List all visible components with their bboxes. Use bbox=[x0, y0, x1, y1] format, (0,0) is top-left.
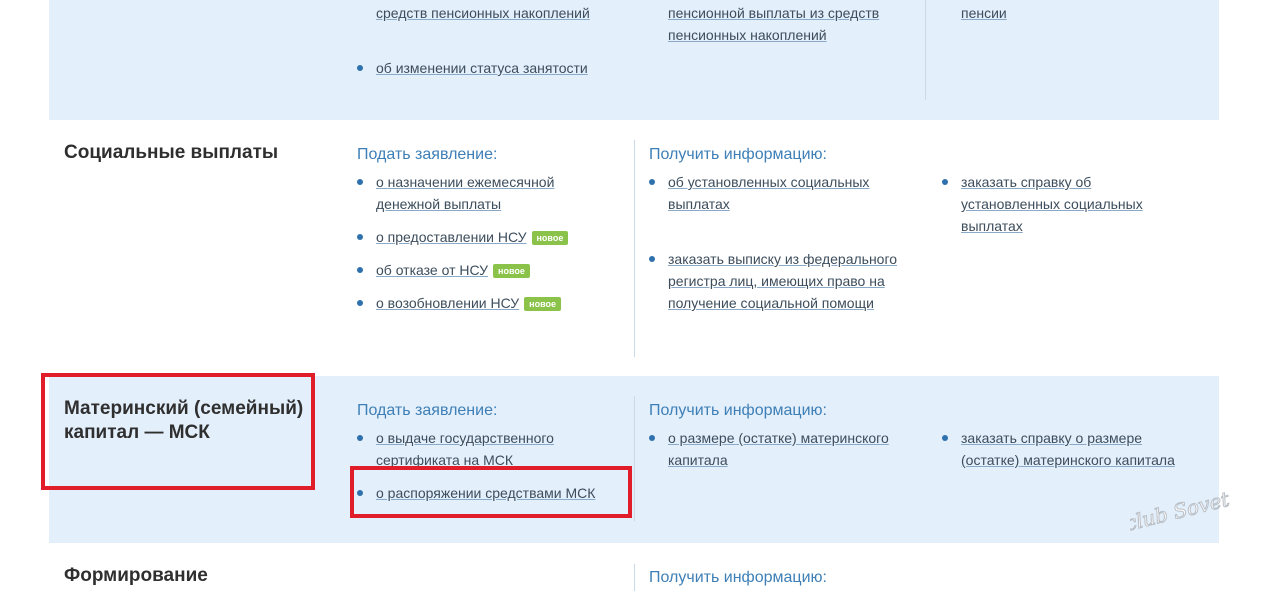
column-divider bbox=[634, 564, 635, 591]
link-msk-certificate[interactable]: о выдаче государственного сертификата на… bbox=[357, 427, 607, 471]
section-title-social: Социальные выплаты bbox=[64, 142, 279, 163]
list-item[interactable]: средств пенсионных накоплений bbox=[357, 2, 627, 24]
link-pension[interactable]: пенсии bbox=[942, 2, 1182, 24]
link-employment-status[interactable]: об изменении статуса занятости bbox=[357, 57, 627, 79]
list-item[interactable]: пенсии bbox=[942, 2, 1182, 24]
list-item[interactable]: об отказе от НСУ новое bbox=[357, 259, 627, 281]
bullet-icon bbox=[649, 179, 655, 185]
link-nsu-provide[interactable]: о предоставлении НСУ новое bbox=[357, 226, 627, 248]
link-pension-savings[interactable]: средств пенсионных накоплений bbox=[357, 2, 627, 24]
bullet-icon bbox=[357, 65, 363, 71]
apply-heading: Подать заявление: bbox=[357, 402, 498, 419]
list-item[interactable]: о назначении ежемесячной денежной выплат… bbox=[357, 171, 602, 215]
list-item[interactable]: о размере (остатке) материнского капитал… bbox=[649, 427, 919, 471]
bullet-icon bbox=[942, 179, 948, 185]
club-sovet-watermark: club Sovet bbox=[1130, 490, 1230, 536]
list-item[interactable]: о выдаче государственного сертификата на… bbox=[357, 427, 607, 471]
bullet-icon bbox=[649, 435, 655, 441]
column-divider bbox=[634, 140, 635, 357]
bullet-icon bbox=[357, 267, 363, 273]
link-label[interactable]: о возобновлении НСУ bbox=[376, 295, 519, 311]
info-heading: Получить информацию: bbox=[649, 402, 827, 419]
section-title-formation: Формирование bbox=[64, 565, 208, 586]
column-divider bbox=[634, 396, 635, 521]
bullet-icon bbox=[357, 435, 363, 441]
bullet-icon bbox=[649, 256, 655, 262]
highlight-box-title bbox=[41, 373, 315, 490]
list-item[interactable]: об установленных социальных выплатах bbox=[649, 171, 899, 215]
new-badge: новое bbox=[524, 297, 562, 311]
bullet-icon bbox=[357, 300, 363, 306]
link-established-payments[interactable]: об установленных социальных выплатах bbox=[649, 171, 899, 215]
link-monthly-payment[interactable]: о назначении ежемесячной денежной выплат… bbox=[357, 171, 602, 215]
info-heading: Получить информацию: bbox=[649, 569, 827, 586]
new-badge: новое bbox=[531, 231, 569, 245]
bullet-icon bbox=[357, 179, 363, 185]
link-order-certificate-payments[interactable]: заказать справку об установленных социал… bbox=[942, 171, 1172, 237]
link-label[interactable]: об отказе от НСУ bbox=[376, 262, 488, 278]
link-nsu-resume[interactable]: о возобновлении НСУ новое bbox=[357, 292, 627, 314]
info-heading: Получить информацию: bbox=[649, 146, 827, 163]
link-order-certificate-msk[interactable]: заказать справку о размере (остатке) мат… bbox=[942, 427, 1202, 471]
apply-heading: Подать заявление: bbox=[357, 146, 498, 163]
bullet-icon bbox=[942, 435, 948, 441]
list-item[interactable]: о возобновлении НСУ новое bbox=[357, 292, 627, 314]
list-item[interactable]: об изменении статуса занятости bbox=[357, 57, 627, 79]
link-pension-payment[interactable]: пенсионной выплаты из средств пенсионных… bbox=[649, 2, 899, 46]
link-federal-register-extract[interactable]: заказать выписку из федерального регистр… bbox=[649, 248, 899, 314]
bullet-icon bbox=[357, 234, 363, 240]
watermark-text: club Sovet bbox=[1130, 490, 1230, 536]
new-badge: новое bbox=[493, 264, 530, 278]
list-item[interactable]: о предоставлении НСУ новое bbox=[357, 226, 627, 248]
list-item[interactable]: заказать справку об установленных социал… bbox=[942, 171, 1172, 237]
list-item[interactable]: пенсионной выплаты из средств пенсионных… bbox=[649, 2, 899, 46]
column-divider bbox=[925, 0, 926, 100]
highlight-box-link bbox=[350, 466, 632, 518]
link-nsu-refuse[interactable]: об отказе от НСУ новое bbox=[357, 259, 627, 281]
link-label[interactable]: о предоставлении НСУ bbox=[376, 229, 527, 245]
list-item[interactable]: заказать выписку из федерального регистр… bbox=[649, 248, 899, 314]
list-item[interactable]: заказать справку о размере (остатке) мат… bbox=[942, 427, 1202, 471]
link-msk-balance[interactable]: о размере (остатке) материнского капитал… bbox=[649, 427, 919, 471]
